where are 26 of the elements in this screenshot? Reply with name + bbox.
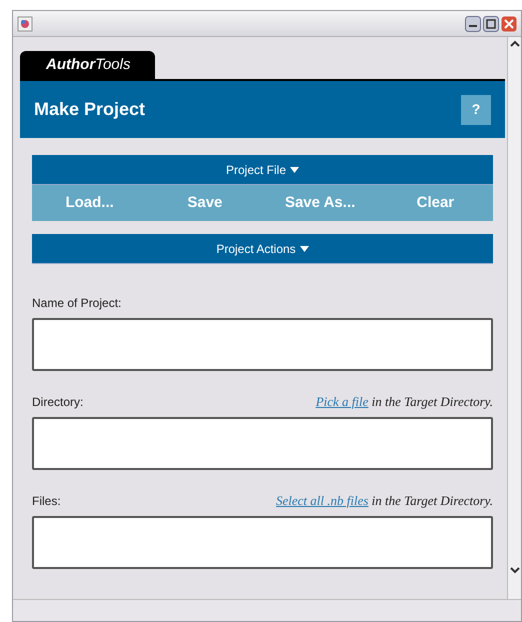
page-title: Make Project: [34, 98, 146, 121]
text-field[interactable]: [32, 516, 493, 569]
help-button[interactable]: ?: [461, 94, 491, 124]
hint-text: Select all .nb files in the Target Directory.: [276, 492, 493, 510]
toolbar-button[interactable]: Save As...: [262, 185, 378, 221]
close-icon[interactable]: [501, 16, 517, 32]
scrollbar[interactable]: [507, 37, 521, 599]
toolbar-button[interactable]: Clear: [378, 185, 493, 221]
caret-icon: [290, 166, 300, 172]
caret-icon: [300, 246, 309, 252]
toolbar-button[interactable]: Load...: [32, 185, 148, 221]
hint-text: Pick a file in the Target Directory.: [316, 392, 493, 411]
section-header[interactable]: Project Actions: [32, 234, 493, 264]
app-icon: [17, 16, 33, 32]
toolbar-button[interactable]: Save: [147, 185, 262, 221]
tab[interactable]: AuthorTools: [20, 51, 155, 79]
field-label: Name of Project:: [32, 295, 122, 312]
field-label: Files:: [32, 493, 61, 510]
minimize-icon[interactable]: [465, 16, 481, 32]
maximize-icon[interactable]: [483, 16, 499, 32]
hint-link[interactable]: Select all .nb files: [276, 492, 368, 508]
text-field[interactable]: [32, 318, 493, 371]
field-label: Directory:: [32, 394, 84, 411]
text-field[interactable]: [32, 417, 493, 470]
hint-link[interactable]: Pick a file: [316, 394, 368, 408]
section-header[interactable]: Project File: [32, 155, 493, 185]
